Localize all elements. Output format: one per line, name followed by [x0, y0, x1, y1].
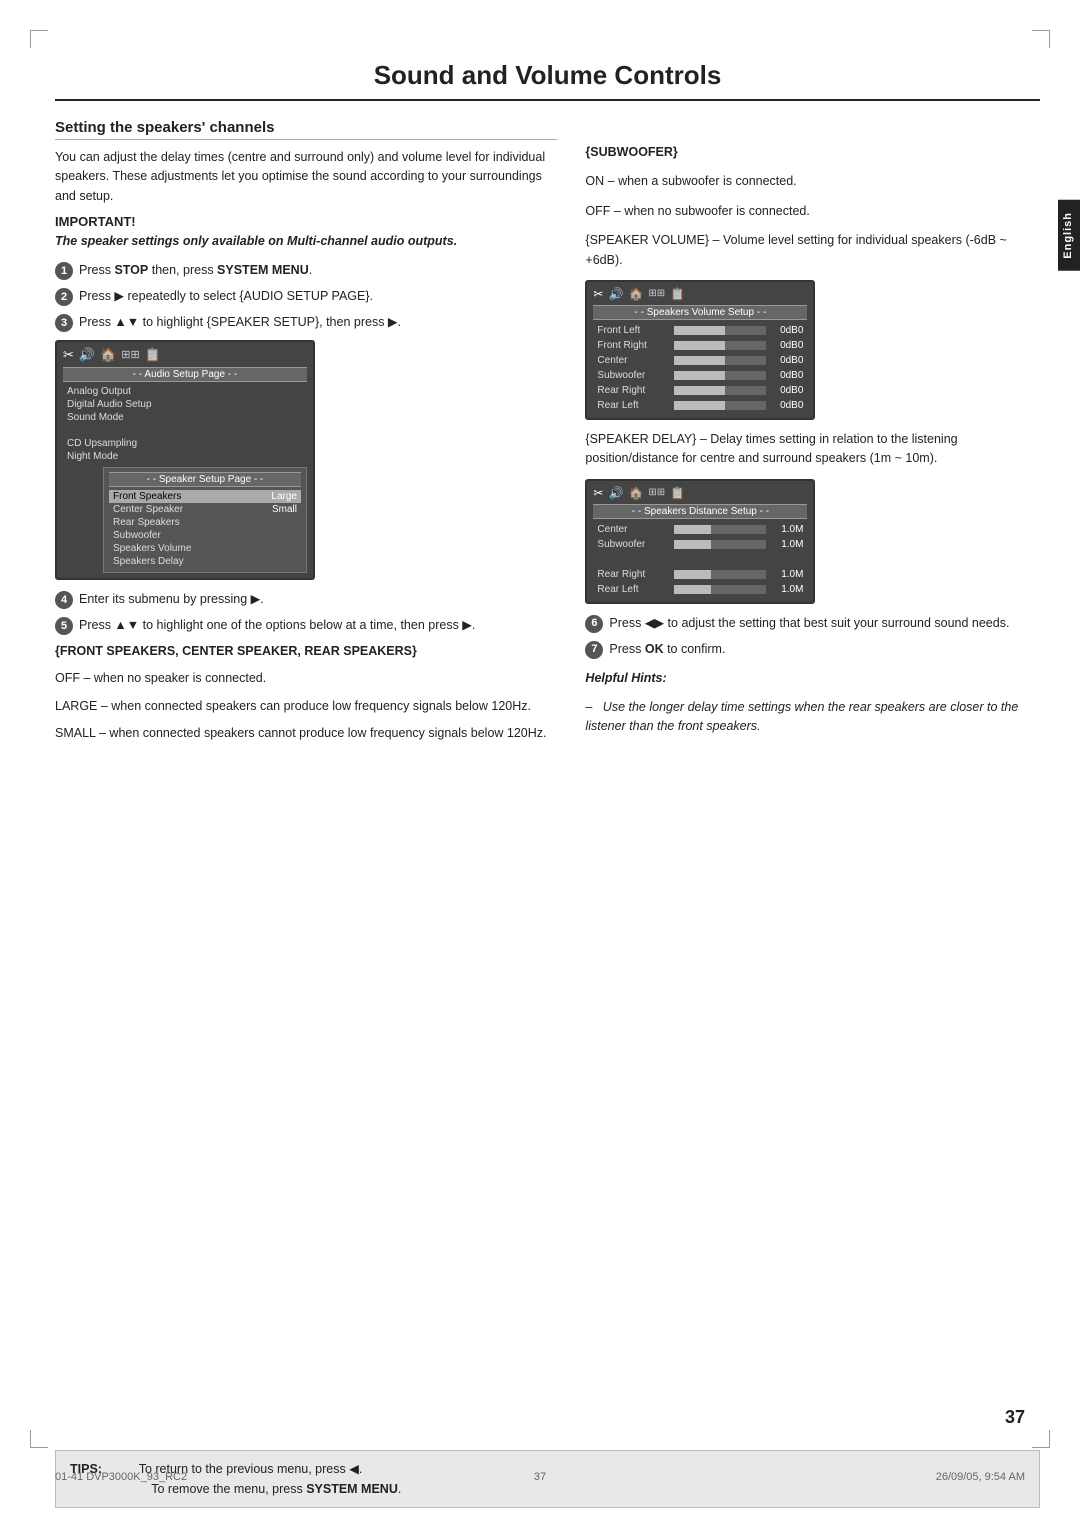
vol-grid-icon: ⊞⊞	[648, 288, 665, 299]
dist-row-blank	[593, 552, 807, 567]
corner-mark-bl	[30, 1430, 48, 1448]
important-italic: The speaker settings only available on M…	[55, 232, 557, 251]
step-text-6: Press ◀▶ to adjust the setting that best…	[609, 614, 1040, 633]
main-content: Sound and Volume Controls Setting the sp…	[55, 60, 1040, 1443]
step-num-5: 5	[55, 617, 73, 635]
step-text-1: Press STOP then, press SYSTEM MENU.	[79, 261, 557, 280]
scissors-icon: ✂	[63, 347, 74, 363]
speaker-icon: 🔊	[79, 347, 95, 363]
step-7: 7 Press OK to confirm.	[585, 640, 1040, 659]
helpful-hints-label: Helpful Hints:	[585, 669, 1040, 688]
step-4: 4 Enter its submenu by pressing ▶.	[55, 590, 557, 609]
vol-row-rearright: Rear Right 0dB0	[593, 383, 807, 398]
volume-setup-screen: ✂ 🔊 🏠 ⊞⊞ 📋 - - Speakers Volume Setup - -…	[585, 280, 815, 420]
dist-home-icon: 🏠	[628, 486, 643, 500]
content-columns: Setting the speakers' channels You can a…	[55, 119, 1040, 751]
right-column: {SUBWOOFER} ON – when a subwoofer is con…	[585, 119, 1040, 751]
corner-mark-tl	[30, 30, 48, 48]
language-tab: English	[1058, 200, 1080, 271]
page-number: 37	[1005, 1407, 1025, 1428]
vol-scissors-icon: ✂	[593, 287, 603, 301]
step-num-1: 1	[55, 262, 73, 280]
footer-left: 01-41 DVP3000K_93_RC2	[55, 1471, 187, 1483]
screen-row-cd: CD Upsampling	[63, 437, 307, 450]
step-3: 3 Press ▲▼ to highlight {SPEAKER SETUP},…	[55, 313, 557, 332]
screen-row-spkvol: Speakers Volume	[109, 542, 301, 555]
dist-row-rearright: Rear Right 1.0M	[593, 567, 807, 582]
screen-row-digital: Digital Audio Setup	[63, 398, 307, 411]
home-icon: 🏠	[100, 347, 116, 363]
speaker-types-heading: {FRONT SPEAKERS, CENTER SPEAKER, REAR SP…	[55, 642, 557, 661]
step-num-3: 3	[55, 314, 73, 332]
subwoofer-heading: {SUBWOOFER}	[585, 143, 1040, 162]
step-num-7: 7	[585, 641, 603, 659]
step-text-5: Press ▲▼ to highlight one of the options…	[79, 616, 557, 635]
vol-row-frontright: Front Right 0dB0	[593, 338, 807, 353]
screen-row-analog: Analog Output	[63, 385, 307, 398]
dist-grid-icon: ⊞⊞	[648, 487, 665, 498]
dist-row-center: Center 1.0M	[593, 522, 807, 537]
screen-row-sound: Sound Mode	[63, 411, 307, 424]
step-5: 5 Press ▲▼ to highlight one of the optio…	[55, 616, 557, 635]
page-title: Sound and Volume Controls	[55, 60, 1040, 101]
dist-row-rearleft: Rear Left 1.0M	[593, 582, 807, 597]
vol-speaker-icon: 🔊	[608, 287, 623, 301]
speaker-page-title: - - Speaker Setup Page - -	[109, 472, 301, 487]
distance-setup-screen: ✂ 🔊 🏠 ⊞⊞ 📋 - - Speakers Distance Setup -…	[585, 479, 815, 604]
dist-screen-topbar: ✂ 🔊 🏠 ⊞⊞ 📋	[593, 486, 807, 500]
speaker-large-text: LARGE – when connected speakers can prod…	[55, 697, 557, 716]
screen-row-sub: Subwoofer	[109, 529, 301, 542]
left-column: Setting the speakers' channels You can a…	[55, 119, 557, 751]
subwoofer-off: OFF – when no subwoofer is connected.	[585, 202, 1040, 221]
speaker-off-text: OFF – when no speaker is connected.	[55, 669, 557, 688]
vol-row-center: Center 0dB0	[593, 353, 807, 368]
step-text-2: Press ▶ repeatedly to select {AUDIO SETU…	[79, 287, 557, 306]
doc-icon: 📋	[145, 347, 161, 363]
corner-mark-tr	[1032, 30, 1050, 48]
tips-bar: TIPS: To return to the previous menu, pr…	[55, 1450, 1040, 1508]
tips-line2: To remove the menu, press SYSTEM MENU.	[151, 1482, 401, 1496]
vol-row-frontleft: Front Left 0dB0	[593, 323, 807, 338]
step-2: 2 Press ▶ repeatedly to select {AUDIO SE…	[55, 287, 557, 306]
step-text-7: Press OK to confirm.	[609, 640, 1040, 659]
step-1: 1 Press STOP then, press SYSTEM MENU.	[55, 261, 557, 280]
step-num-6: 6	[585, 615, 603, 633]
dist-row-subwoofer: Subwoofer 1.0M	[593, 537, 807, 552]
step-text-3: Press ▲▼ to highlight {SPEAKER SETUP}, t…	[79, 313, 557, 332]
dist-scissors-icon: ✂	[593, 486, 603, 500]
screen-row-spkdelay: Speakers Delay	[109, 555, 301, 568]
screen-row-center: Center SpeakerSmall	[109, 503, 301, 516]
section-heading: Setting the speakers' channels	[55, 119, 557, 140]
screen-row-front: Front SpeakersLarge	[109, 490, 301, 503]
speaker-small-text: SMALL – when connected speakers cannot p…	[55, 724, 557, 743]
screen-row-rear: Rear Speakers	[109, 516, 301, 529]
screen-row-night: Night Mode	[63, 450, 307, 463]
step-text-4: Enter its submenu by pressing ▶.	[79, 590, 557, 609]
step-num-2: 2	[55, 288, 73, 306]
screen-row-blank	[63, 424, 307, 437]
step-6: 6 Press ◀▶ to adjust the setting that be…	[585, 614, 1040, 633]
vol-page-title: - - Speakers Volume Setup - -	[593, 305, 807, 320]
vol-row-rearleft: Rear Left 0dB0	[593, 398, 807, 413]
step-num-4: 4	[55, 591, 73, 609]
screen-topbar: ✂ 🔊 🏠 ⊞⊞ 📋	[63, 347, 307, 363]
dist-page-title: - - Speakers Distance Setup - -	[593, 504, 807, 519]
intro-text: You can adjust the delay times (centre a…	[55, 148, 557, 206]
speaker-volume-text: {SPEAKER VOLUME} – Volume level setting …	[585, 231, 1040, 270]
helpful-hints-text: – Use the longer delay time settings whe…	[585, 698, 1040, 737]
dist-doc-icon: 📋	[670, 486, 685, 500]
audio-setup-screen: ✂ 🔊 🏠 ⊞⊞ 📋 - - Audio Setup Page - - Anal…	[55, 340, 315, 580]
vol-doc-icon: 📋	[670, 287, 685, 301]
footer-right: 26/09/05, 9:54 AM	[936, 1471, 1025, 1483]
grid-icon: ⊞⊞	[121, 348, 139, 361]
important-label: IMPORTANT!	[55, 214, 557, 229]
vol-home-icon: 🏠	[628, 287, 643, 301]
subwoofer-on: ON – when a subwoofer is connected.	[585, 172, 1040, 191]
vol-screen-topbar: ✂ 🔊 🏠 ⊞⊞ 📋	[593, 287, 807, 301]
audio-page-title: - - Audio Setup Page - -	[63, 367, 307, 382]
speaker-delay-text: {SPEAKER DELAY} – Delay times setting in…	[585, 430, 1040, 469]
dist-speaker-icon: 🔊	[608, 486, 623, 500]
vol-row-subwoofer: Subwoofer 0dB0	[593, 368, 807, 383]
footer-center: 37	[534, 1471, 546, 1483]
